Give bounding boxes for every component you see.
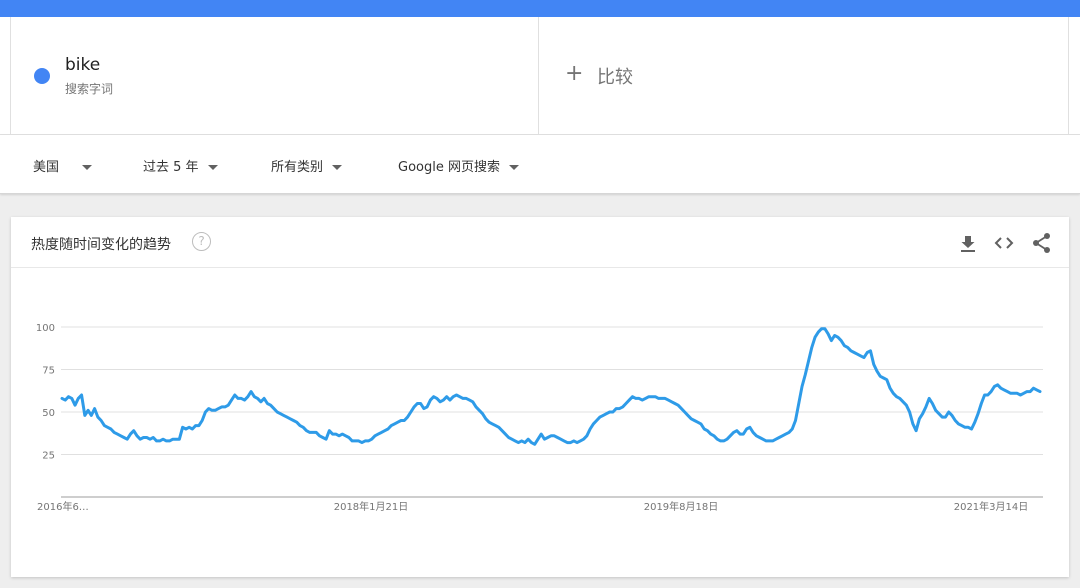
x-tick-label: 2021年3月14日 [954,500,1029,513]
region-label: 美国 [33,160,60,175]
time-range-label: 过去 5 年 [143,160,199,175]
card-title: 热度随时间变化的趋势 [31,237,171,253]
download-icon [961,236,975,252]
x-tick-label: 2016年6… [37,500,89,513]
y-tick-label: 25 [42,451,55,462]
chevron-down-icon [82,165,93,170]
search-type-dropdown[interactable]: Google 网页搜索 [398,156,519,175]
trend-chart: 25 50 75 100 2016年6… 2018年1月21日 2019年8月18日 202… [36,323,1043,513]
share-icon [1033,233,1050,253]
x-tick-label: 2018年1月21日 [334,500,409,513]
chevron-down-icon [332,165,343,170]
series-color-dot [34,68,50,84]
search-type-label: Google 网页搜索 [398,160,500,175]
plus-icon: + [565,61,584,86]
top-accent-bar [0,0,1080,17]
category-dropdown[interactable]: 所有类别 [271,156,343,175]
search-term-name[interactable]: bike [65,55,100,75]
card-header: 热度随时间变化的趋势 ? [11,217,1069,268]
x-tick-label: 2019年8月18日 [644,500,719,513]
region-dropdown[interactable]: 美国 [33,156,93,175]
interest-over-time-card: 热度随时间变化的趋势 ? 25 50 75 100 2016年6… 2018年1… [11,217,1069,577]
category-label: 所有类别 [271,160,324,175]
search-term-subtitle: 搜索字词 [65,82,114,96]
compare-label: 比较 [597,67,633,88]
embed-button[interactable] [993,232,1015,254]
time-range-dropdown[interactable]: 过去 5 年 [143,156,218,175]
chevron-down-icon [207,165,218,170]
download-button[interactable] [957,232,979,254]
filter-bar: 美国 过去 5 年 所有类别 Google 网页搜索 [0,135,1080,194]
help-icon[interactable]: ? [192,232,211,251]
chevron-down-icon [508,165,519,170]
share-button[interactable] [1031,232,1053,254]
embed-icon [994,237,1014,249]
y-tick-label: 100 [36,323,55,334]
y-tick-label: 75 [42,366,55,377]
compare-button[interactable]: + 比较 [539,17,1069,134]
search-terms-bar: bike 搜索字词 + 比较 [0,17,1080,135]
y-tick-label: 50 [42,408,55,419]
search-term-card[interactable]: bike 搜索字词 [10,17,539,134]
series-line-bike [60,327,1042,446]
